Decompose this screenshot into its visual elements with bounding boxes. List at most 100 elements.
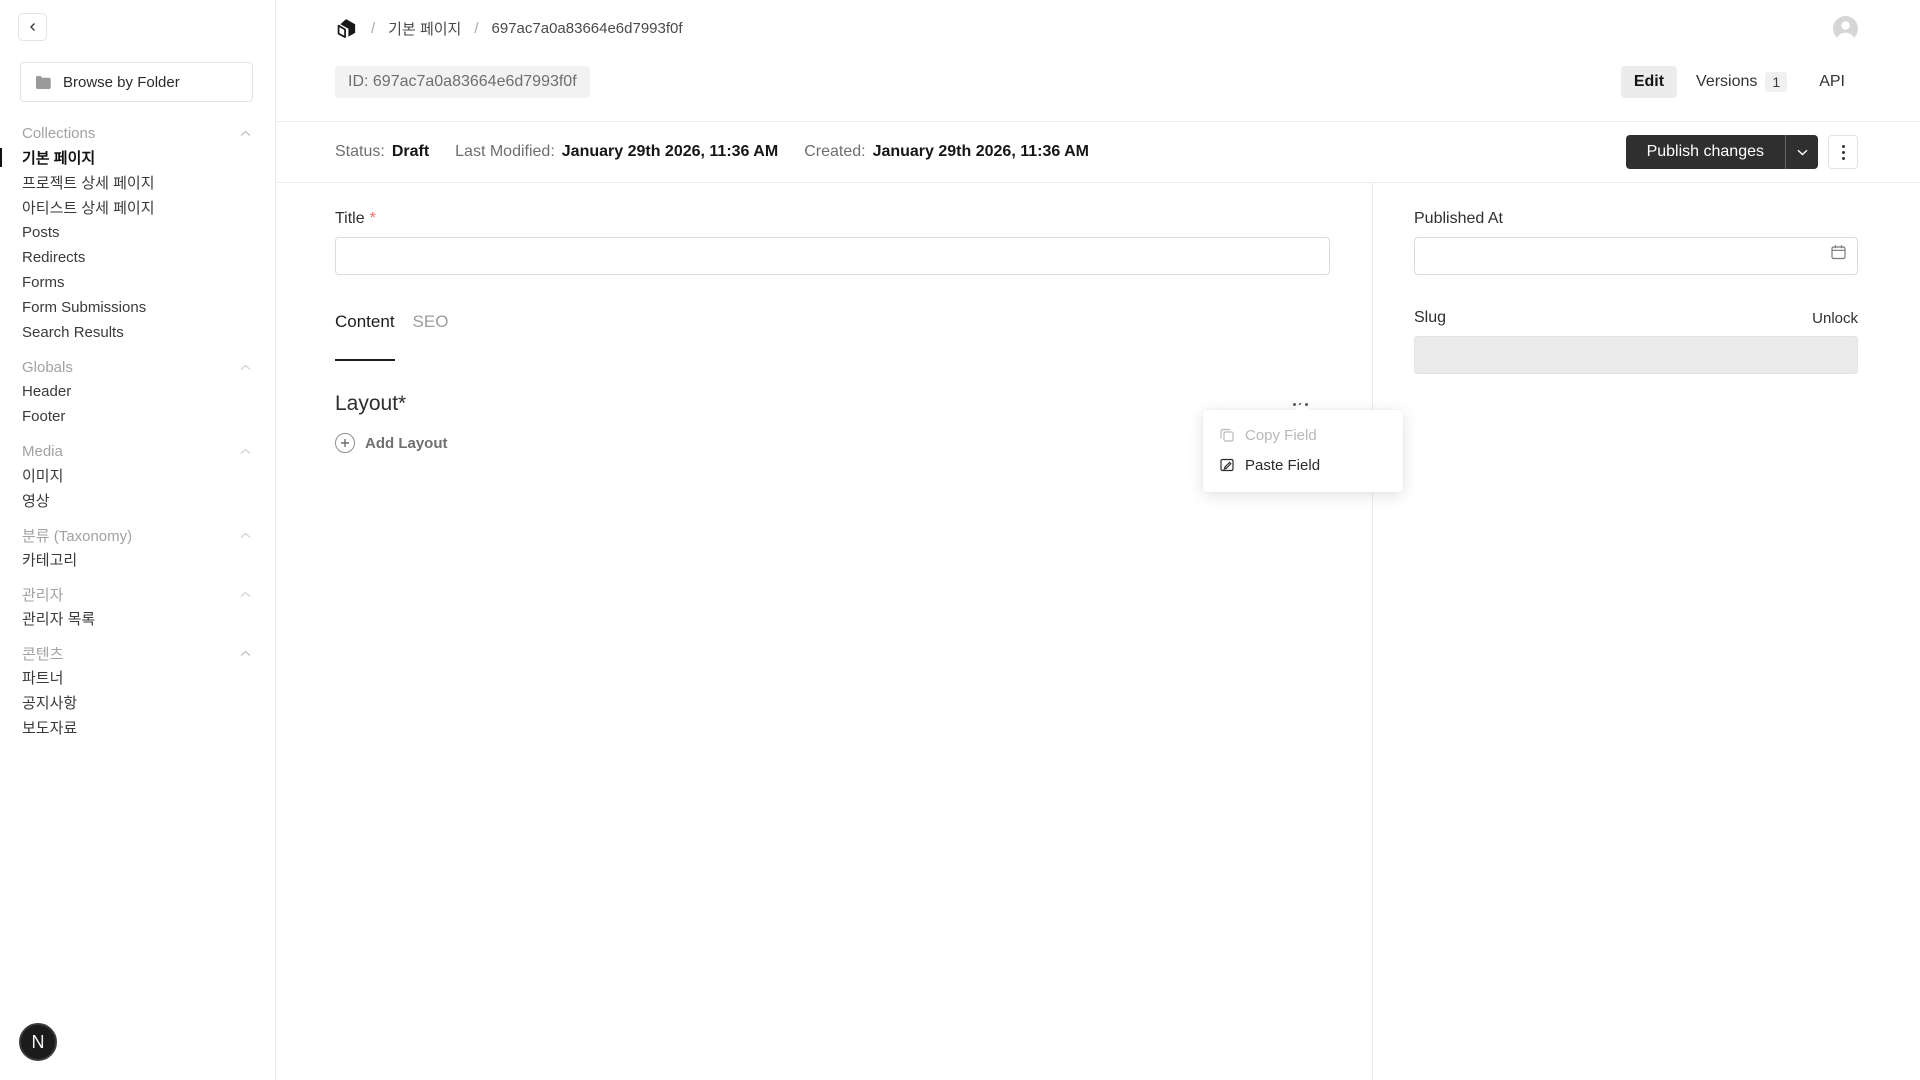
sidebar-item-categories[interactable]: 카테고리 [0, 547, 275, 572]
publish-controls: Publish changes [1626, 135, 1858, 169]
document-view-tabs: Edit Versions 1 API [1621, 65, 1858, 99]
document-id-pill: ID: 697ac7a0a83664e6d7993f0f [335, 66, 590, 98]
copy-field-menu-item[interactable]: Copy Field [1203, 420, 1403, 450]
kebab-vertical-icon [1842, 145, 1845, 148]
sidebar-item-notices[interactable]: 공지사항 [0, 690, 275, 715]
sidebar-item-search-results[interactable]: Search Results [0, 320, 275, 345]
browse-by-folder-button[interactable]: Browse by Folder [20, 62, 253, 102]
field-context-menu: Copy Field Paste Field [1203, 410, 1403, 492]
add-layout-button[interactable]: Add Layout [335, 433, 1330, 453]
chevron-down-icon [1797, 149, 1808, 156]
sidebar-group-collections: Collections 기본 페이지 프로젝트 상세 페이지 아티스트 상세 페… [0, 121, 275, 345]
more-options-button[interactable] [1828, 135, 1858, 169]
publish-options-toggle[interactable] [1785, 135, 1818, 169]
form-tabs: Content SEO [335, 312, 1330, 361]
slug-unlock-button[interactable]: Unlock [1812, 310, 1858, 327]
sidebar-item-images[interactable]: 이미지 [0, 463, 275, 488]
add-layout-label: Add Layout [365, 435, 448, 452]
sidebar-section-taxonomy[interactable]: 분류 (Taxonomy) [0, 523, 275, 547]
tab-versions[interactable]: Versions 1 [1683, 65, 1800, 99]
title-field-label: Title * [335, 210, 1330, 228]
sidebar-item-forms[interactable]: Forms [0, 270, 275, 295]
layout-field-label: Layout* [335, 392, 406, 416]
sidebar-section-media[interactable]: Media [0, 439, 275, 463]
tab-content[interactable]: Content [335, 312, 395, 361]
sidebar-item-partners[interactable]: 파트너 [0, 665, 275, 690]
sidebar-item-admin-list[interactable]: 관리자 목록 [0, 606, 275, 631]
sidebar-group-admin: 관리자 관리자 목록 [0, 582, 275, 631]
breadcrumb-collection-link[interactable]: 기본 페이지 [388, 18, 461, 39]
browse-by-folder-label: Browse by Folder [63, 74, 180, 91]
chevron-up-icon [240, 448, 251, 455]
layout-field-header: Layout* [335, 392, 1330, 416]
panel-divider [1372, 183, 1373, 1080]
sidebar-section-content[interactable]: 콘텐츠 [0, 641, 275, 665]
sidebar-section-collections[interactable]: Collections [0, 121, 275, 145]
collapse-sidebar-button[interactable] [18, 13, 47, 41]
sidebar-item-videos[interactable]: 영상 [0, 488, 275, 513]
created-value: January 29th 2026, 11:36 AM [873, 143, 1089, 161]
sidebar-group-taxonomy: 분류 (Taxonomy) 카테고리 [0, 523, 275, 572]
sidebar-section-admin[interactable]: 관리자 [0, 582, 275, 606]
status-items: Status: Draft Last Modified: January 29t… [335, 143, 1626, 161]
chevron-up-icon [240, 364, 251, 371]
chevron-up-icon [240, 130, 251, 137]
document-status-bar: Status: Draft Last Modified: January 29t… [276, 122, 1920, 183]
sidebar-item-press-releases[interactable]: 보도자료 [0, 715, 275, 740]
status-field: Status: Draft [335, 143, 429, 161]
plus-circle-icon [335, 433, 355, 453]
account-avatar[interactable] [1833, 16, 1858, 41]
sidebar-item-posts[interactable]: Posts [0, 220, 275, 245]
sidebar-item-footer[interactable]: Footer [0, 404, 275, 429]
created-field: Created: January 29th 2026, 11:36 AM [804, 143, 1089, 161]
last-modified-field: Last Modified: January 29th 2026, 11:36 … [455, 143, 778, 161]
versions-count-badge: 1 [1765, 72, 1787, 92]
status-value: Draft [392, 143, 429, 161]
paste-edit-icon [1219, 457, 1235, 473]
tab-seo[interactable]: SEO [413, 312, 449, 361]
calendar-icon[interactable] [1830, 243, 1847, 260]
sidebar-item-header[interactable]: Header [0, 379, 275, 404]
published-at-input[interactable] [1414, 237, 1858, 275]
folder-icon [35, 75, 52, 90]
publish-changes-button[interactable]: Publish changes [1626, 135, 1818, 169]
payload-logo-icon[interactable] [335, 17, 358, 40]
slug-field-header: Slug Unlock [1414, 309, 1858, 327]
copy-icon [1219, 427, 1235, 443]
document-form: Title * Content SEO Layout* Add Layout [335, 183, 1330, 453]
tab-api[interactable]: API [1806, 66, 1858, 98]
nextjs-dev-badge[interactable]: N [19, 1023, 57, 1061]
sidebar-item-project-detail-pages[interactable]: 프로젝트 상세 페이지 [0, 170, 275, 195]
tab-edit[interactable]: Edit [1621, 66, 1677, 98]
breadcrumb-document-id: 697ac7a0a83664e6d7993f0f [492, 20, 683, 37]
chevron-up-icon [240, 532, 251, 539]
sidebar-group-media: Media 이미지 영상 [0, 439, 275, 513]
last-modified-value: January 29th 2026, 11:36 AM [562, 143, 778, 161]
document-id-row: ID: 697ac7a0a83664e6d7993f0f Edit Versio… [335, 65, 1858, 99]
chevron-up-icon [240, 650, 251, 657]
sidebar: Browse by Folder Collections 기본 페이지 프로젝트… [0, 0, 276, 1080]
sidebar-item-redirects[interactable]: Redirects [0, 245, 275, 270]
chevron-left-icon [28, 22, 38, 32]
required-asterisk: * [370, 210, 376, 228]
paste-field-menu-item[interactable]: Paste Field [1203, 450, 1403, 480]
chevron-up-icon [240, 591, 251, 598]
sidebar-nav: Collections 기본 페이지 프로젝트 상세 페이지 아티스트 상세 페… [0, 121, 275, 740]
published-at-label: Published At [1414, 210, 1858, 228]
title-input[interactable] [335, 237, 1330, 275]
breadcrumb-separator: / [371, 20, 375, 37]
sidebar-group-globals: Globals Header Footer [0, 355, 275, 429]
topbar: / 기본 페이지 / 697ac7a0a83664e6d7993f0f ID: … [276, 0, 1920, 122]
nextjs-n-icon: N [32, 1032, 45, 1053]
sidebar-item-form-submissions[interactable]: Form Submissions [0, 295, 275, 320]
slug-input-disabled [1414, 336, 1858, 374]
sidebar-section-globals[interactable]: Globals [0, 355, 275, 379]
sidebar-item-basic-pages[interactable]: 기본 페이지 [0, 145, 275, 170]
document-settings-panel: Published At Slug Unlock [1414, 183, 1858, 374]
sidebar-group-content: 콘텐츠 파트너 공지사항 보도자료 [0, 641, 275, 740]
breadcrumb-separator: / [474, 20, 478, 37]
sidebar-item-artist-detail-pages[interactable]: 아티스트 상세 페이지 [0, 195, 275, 220]
breadcrumb: / 기본 페이지 / 697ac7a0a83664e6d7993f0f [335, 13, 683, 43]
user-avatar-icon [1833, 16, 1858, 41]
slug-label: Slug [1414, 309, 1446, 327]
